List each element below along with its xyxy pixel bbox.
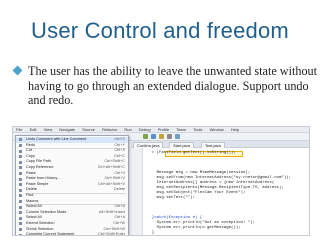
bullet-text: The user has the ability to leave the un…	[28, 64, 318, 107]
code-line: = (FastField.getText().toString());	[147, 151, 236, 155]
select-all-icon	[19, 205, 22, 209]
code-line: msg.setText("");	[147, 196, 196, 200]
editor-tab-strip: Confirm.java Start.java Test.java	[131, 141, 309, 148]
menu-view[interactable]: View	[41, 127, 56, 132]
menu-tools[interactable]: Tools	[190, 127, 205, 132]
menu-item-shortcut: Ctrl+Shift+Enter	[97, 232, 125, 236]
file-icon	[19, 160, 22, 164]
code-line: System.err.println(e.getMessage());	[147, 226, 241, 230]
menu-item-label: Complete Current Statement	[26, 232, 75, 236]
menu-debug[interactable]: Debug	[136, 127, 154, 132]
menu-navigate[interactable]: Navigate	[56, 127, 78, 132]
delete-icon	[19, 188, 22, 192]
cut-icon	[19, 149, 22, 153]
shrink-icon	[19, 227, 22, 231]
link-icon	[19, 166, 22, 170]
bullet-diamond-icon	[12, 65, 23, 76]
history-icon	[19, 177, 22, 181]
code-line: }	[147, 231, 155, 235]
redo-icon	[19, 143, 22, 147]
run-icon[interactable]	[143, 134, 148, 139]
copy-icon	[19, 155, 22, 159]
settings-icon[interactable]	[167, 134, 172, 139]
find-icon	[19, 194, 22, 198]
build-icon[interactable]	[159, 134, 164, 139]
select-all-icon	[19, 216, 22, 220]
column-icon	[19, 211, 22, 215]
extend-icon	[19, 222, 22, 226]
debug-icon[interactable]	[151, 134, 156, 139]
slide-title: User Control and freedom	[31, 18, 289, 43]
menu-file[interactable]: File	[13, 127, 25, 132]
menu-edit[interactable]: Edit	[27, 127, 40, 132]
profile-icon[interactable]	[175, 134, 180, 139]
menu-help[interactable]: Help	[228, 127, 242, 132]
undo-icon	[19, 138, 22, 142]
menu-source[interactable]: Source	[79, 127, 98, 132]
menu-window[interactable]: Window	[207, 127, 227, 132]
complete-icon	[19, 233, 22, 235]
menu-team[interactable]: Team	[173, 127, 189, 132]
menu-refactor[interactable]: Refactor	[99, 127, 120, 132]
menu-run[interactable]: Run	[121, 127, 134, 132]
menu-item[interactable]: Complete Current Statement Ctrl+Shift+Ent…	[16, 232, 128, 236]
ide-screenshot: File Edit View Navigate Source Refactor …	[12, 126, 310, 236]
code-editor[interactable]: = (FastField.getText().toString()); Mess…	[131, 148, 309, 235]
paste-icon	[19, 171, 22, 175]
edit-menu-dropdown: Undo Comment with Line Comment Ctrl+Z Redo…	[15, 135, 129, 236]
paste-simple-icon	[19, 183, 22, 187]
menu-profile[interactable]: Profile	[155, 127, 172, 132]
line-gutter	[131, 148, 143, 235]
macro-icon	[19, 199, 22, 203]
